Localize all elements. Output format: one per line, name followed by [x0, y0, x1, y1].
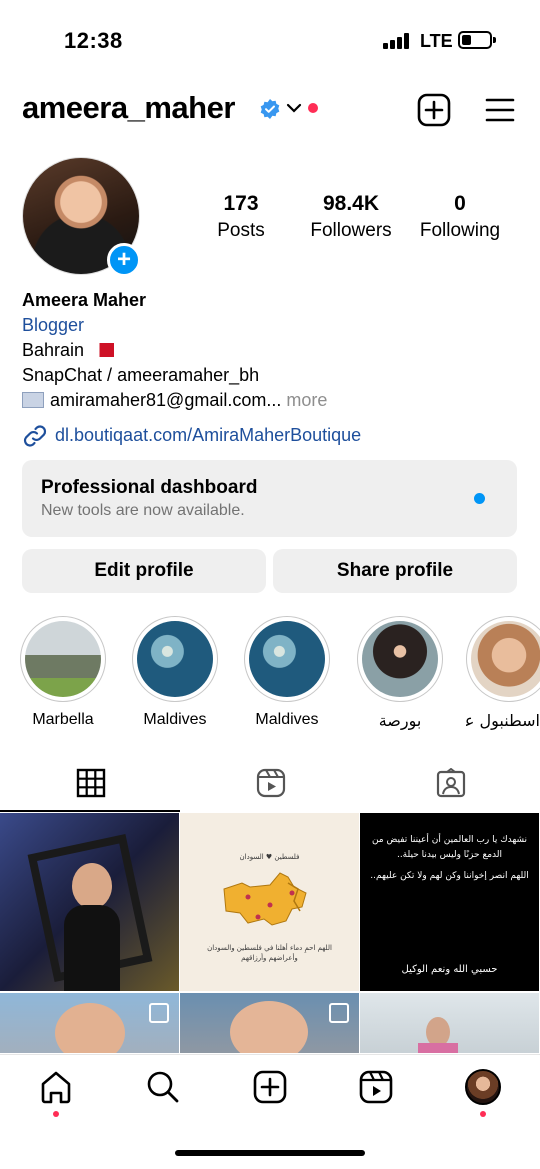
- post-thumbnail[interactable]: فلسطين ♥ السودان اللهم احمِ دماء أهلنا ف…: [180, 813, 359, 991]
- tab-tagged[interactable]: [360, 760, 540, 812]
- post-thumbnail[interactable]: نشهدك يا رب العالمين أن أعيننا تفيض من ا…: [360, 813, 539, 991]
- portrait-face: [72, 863, 112, 909]
- highlight-cover: [137, 621, 213, 697]
- post-thumbnail[interactable]: [180, 993, 359, 1053]
- post-footer: حسبي الله ونعم الوكيل: [401, 964, 498, 975]
- post-thumbnail[interactable]: [0, 813, 179, 991]
- more-link[interactable]: more: [286, 390, 327, 410]
- profile-tabs: [0, 760, 540, 812]
- highlight-ring: [466, 616, 540, 702]
- profile-header: ameera_maher: [0, 86, 540, 132]
- posts-grid: فلسطين ♥ السودان اللهم احمِ دماء أهلنا ف…: [0, 813, 540, 1053]
- stat-following-count: 0: [454, 192, 466, 215]
- reels-icon: [256, 768, 286, 798]
- highlight-cover: [471, 621, 540, 697]
- link-icon: [23, 425, 47, 447]
- verified-badge-icon: [260, 99, 280, 119]
- post-thumbnail[interactable]: [360, 993, 539, 1053]
- category-label[interactable]: Blogger: [22, 313, 327, 338]
- menu-icon[interactable]: [485, 96, 515, 124]
- home-indicator: [175, 1150, 365, 1156]
- location-text: Bahrain: [22, 340, 85, 360]
- stat-posts-count: 173: [223, 192, 259, 215]
- network-label: LTE: [420, 31, 453, 51]
- status-bar: 12:38 LTE: [0, 0, 540, 80]
- dashboard-subtitle: New tools are now available.: [41, 502, 245, 519]
- create-icon[interactable]: [252, 1069, 288, 1105]
- highlight-label: بورصة: [378, 711, 422, 730]
- status-time: 12:38: [64, 28, 123, 53]
- search-icon[interactable]: [145, 1069, 181, 1105]
- add-story-button[interactable]: +: [107, 243, 141, 277]
- stat-posts[interactable]: 173 Posts: [186, 192, 296, 242]
- highlight-label: Marbella: [32, 711, 94, 728]
- chevron-down-icon[interactable]: [286, 101, 302, 115]
- highlight-cover: [25, 621, 101, 697]
- carousel-icon: [149, 1003, 169, 1023]
- link-text: dl.boutiqaat.com/AmiraMaherBoutique: [55, 425, 362, 445]
- carousel-icon: [329, 1003, 349, 1023]
- notification-dot: [308, 103, 318, 113]
- username[interactable]: ameera_maher: [22, 90, 235, 126]
- highlight-ring: [357, 616, 443, 702]
- stat-followers[interactable]: 98.4K Followers: [296, 192, 406, 242]
- highlight-item[interactable]: Marbella: [18, 616, 108, 729]
- highlight-ring: [20, 616, 106, 702]
- stat-posts-label: Posts: [217, 220, 265, 241]
- stat-following-label: Following: [419, 220, 501, 241]
- highlight-item[interactable]: Maldives: [130, 616, 220, 729]
- highlight-ring: [132, 616, 218, 702]
- create-post-icon[interactable]: [417, 93, 451, 127]
- post-thumbnail[interactable]: [0, 993, 179, 1053]
- grid-icon: [76, 768, 106, 798]
- tab-reels[interactable]: [180, 760, 360, 812]
- dashboard-new-dot: [474, 493, 485, 504]
- highlight-cover: [249, 621, 325, 697]
- home-icon[interactable]: [38, 1069, 74, 1105]
- post-text-2: اللهم انصر إخواننا وكن لهم ولا تكن عليهم…: [370, 871, 529, 881]
- battery-icon: [458, 31, 496, 49]
- highlight-cover: [362, 621, 438, 697]
- portrait-face: [55, 1003, 125, 1053]
- tagged-icon: [436, 768, 466, 798]
- home-notification-dot: [53, 1111, 59, 1117]
- bio-snapchat: SnapChat / ameeramaher_bh: [22, 365, 260, 385]
- portrait-body: [64, 905, 120, 991]
- tab-grid[interactable]: [0, 760, 180, 812]
- highlight-ring: [244, 616, 330, 702]
- highlight-label: Maldives: [255, 711, 319, 728]
- professional-dashboard[interactable]: Professional dashboard New tools are now…: [22, 460, 517, 537]
- stat-followers-count: 98.4K: [322, 192, 380, 215]
- highlight-label: اسطنبول عائلية: [466, 711, 540, 730]
- display-name: Ameera Maher: [22, 290, 147, 310]
- highlight-item[interactable]: اسطنبول عائلية: [466, 616, 540, 730]
- reels-nav-icon[interactable]: [358, 1069, 394, 1105]
- portrait-face: [230, 1001, 308, 1053]
- highlight-item[interactable]: Maldives: [242, 616, 332, 729]
- stat-following[interactable]: 0 Following: [405, 192, 515, 242]
- dashboard-title: Professional dashboard: [41, 477, 258, 498]
- post-caption-top: فلسطين ♥ السودان: [239, 853, 300, 861]
- map-icon: [223, 872, 307, 926]
- bahrain-flag-icon: [92, 343, 115, 357]
- profile-nav-avatar[interactable]: [465, 1069, 501, 1105]
- edit-profile-button[interactable]: Edit profile: [22, 549, 266, 593]
- profile-notification-dot: [480, 1111, 486, 1117]
- email-text: amiramaher81@gmail.com...: [50, 390, 282, 410]
- portrait-body: [418, 1043, 458, 1053]
- highlight-item[interactable]: بورصة: [355, 616, 445, 730]
- bio-email[interactable]: amiramaher81@gmail.com... more: [22, 388, 327, 413]
- mail-icon: [22, 392, 44, 408]
- post-text: نشهدك يا رب العالمين أن أعيننا تفيض من ا…: [371, 835, 528, 860]
- highlight-label: Maldives: [143, 711, 207, 728]
- bio-location: Bahrain: [22, 338, 327, 363]
- share-profile-button[interactable]: Share profile: [273, 549, 517, 593]
- bio: Ameera Maher Blogger Bahrain SnapChat / …: [22, 288, 327, 413]
- signal-icon: [383, 33, 411, 49]
- stat-followers-label: Followers: [310, 220, 392, 241]
- post-caption-bottom: اللهم احمِ دماء أهلنا في فلسطين والسودان…: [207, 944, 332, 962]
